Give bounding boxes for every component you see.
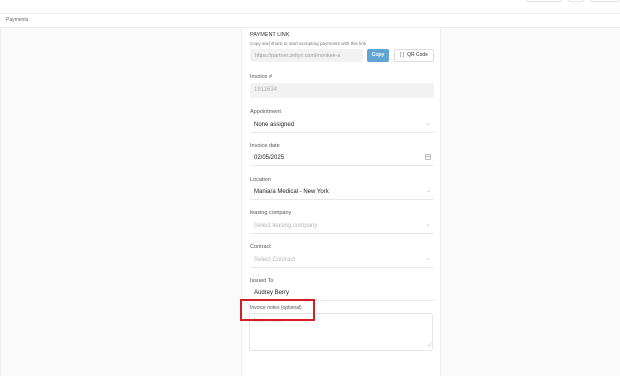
page-title: Payments <box>6 17 29 23</box>
invoice-number-label: Invoice # <box>250 74 273 80</box>
leasing-company-placeholder: Select leasing company <box>254 223 318 229</box>
top-bar <box>0 0 620 14</box>
appointment-select[interactable]: None assigned ⌄ <box>250 118 434 133</box>
copy-link-button[interactable]: Copy <box>367 49 389 62</box>
invoice-number-value: 1911634 <box>254 87 277 93</box>
top-icon-button[interactable] <box>568 0 584 2</box>
invoice-date-field[interactable]: 02/05/2025 <box>250 151 434 166</box>
resize-handle-icon[interactable]: −⁄ <box>427 344 431 349</box>
calendar-icon[interactable] <box>425 154 431 160</box>
chevron-down-icon: ⌄ <box>425 188 431 194</box>
issued-to-value: Audrey Berry <box>254 290 290 296</box>
location-value: Maniara Medical - New York <box>254 189 329 195</box>
chevron-down-icon: ⌄ <box>425 121 431 127</box>
appointment-value: None assigned <box>254 122 295 128</box>
invoice-number-field: 1911634 <box>250 83 434 98</box>
location-select[interactable]: Maniara Medical - New York ⌄ <box>250 185 434 200</box>
leasing-company-select[interactable]: Select leasing company ⌄ <box>250 219 434 234</box>
qr-code-icon: [ ] <box>399 52 405 58</box>
invoice-date-value: 02/05/2025 <box>254 155 285 161</box>
payment-link-help-text: Copy and share to start accepting paymen… <box>250 41 366 46</box>
invoice-date-label: Invoice date <box>250 143 280 149</box>
qr-code-button[interactable]: [ ] QR Code <box>394 49 434 62</box>
contract-placeholder: Select Contract <box>254 257 296 263</box>
chevron-down-icon: ⌄ <box>425 256 431 262</box>
issued-to-label: Issued To <box>250 278 274 284</box>
top-action-button[interactable] <box>526 0 562 2</box>
appointment-label: Appointment <box>250 109 281 115</box>
contract-select[interactable]: Select Contract ⌄ <box>250 253 434 268</box>
left-divider <box>0 28 1 376</box>
chevron-down-icon: ⌄ <box>425 222 431 228</box>
payment-link-heading: PAYMENT LINK <box>250 32 290 38</box>
page-header: Payments <box>0 14 620 28</box>
highlight-annotation-box <box>240 299 315 321</box>
payment-link-url-field[interactable]: https://partner.zeltyx.com/monkee-a <box>250 49 363 62</box>
qr-code-label: QR Code <box>407 52 428 58</box>
contract-label: Contract <box>250 244 271 250</box>
location-label: Location <box>250 177 271 183</box>
top-menu-button[interactable] <box>590 0 620 2</box>
leasing-company-label: leasing company <box>250 210 292 216</box>
